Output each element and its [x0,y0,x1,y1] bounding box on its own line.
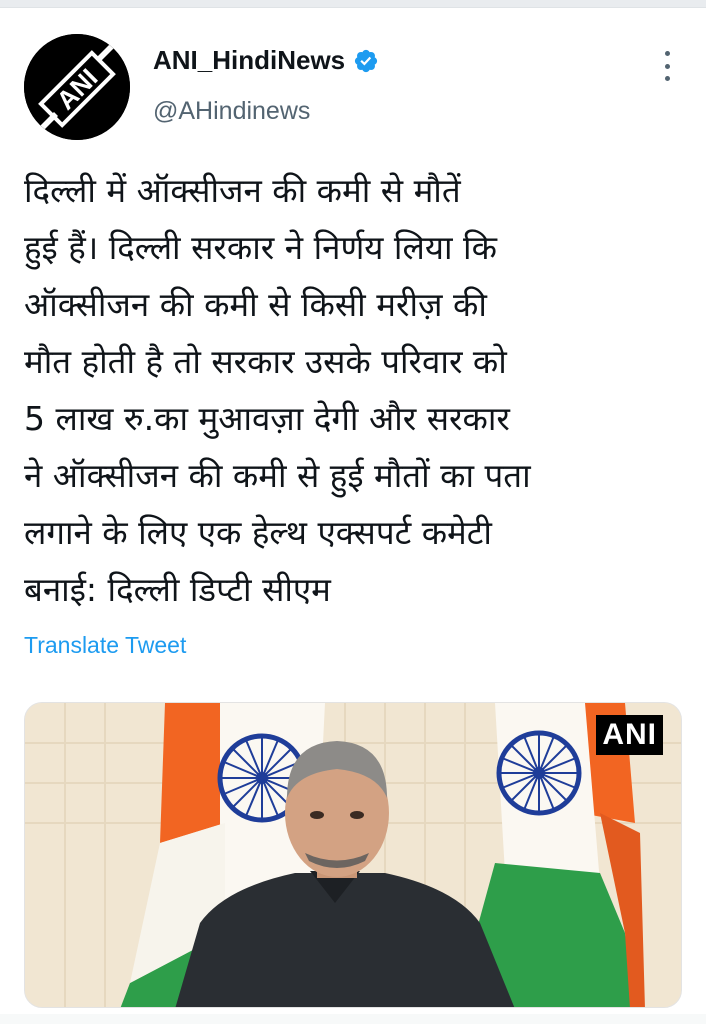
tweet-media-image[interactable]: ANI [24,702,682,1008]
more-dot [664,63,670,69]
top-divider [0,0,706,8]
display-name[interactable]: ANI_HindiNews [153,45,379,76]
ani-logo-icon: ANI [24,34,130,140]
tweet-text: दिल्ली में ऑक्सीजन की कमी से मौतें हुई ह… [24,171,531,609]
verified-badge-icon [355,49,378,72]
press-conference-photo [25,703,681,1007]
display-name-text: ANI_HindiNews [153,45,346,75]
more-dot [664,51,670,56]
account-handle[interactable]: @AHindinews [153,97,310,126]
ani-watermark: ANI [596,715,663,755]
avatar[interactable]: ANI [24,34,130,140]
more-dot [664,76,670,81]
bottom-divider [0,1014,706,1024]
translate-tweet-link[interactable]: Translate Tweet [24,632,186,659]
more-options-icon[interactable] [654,48,680,84]
